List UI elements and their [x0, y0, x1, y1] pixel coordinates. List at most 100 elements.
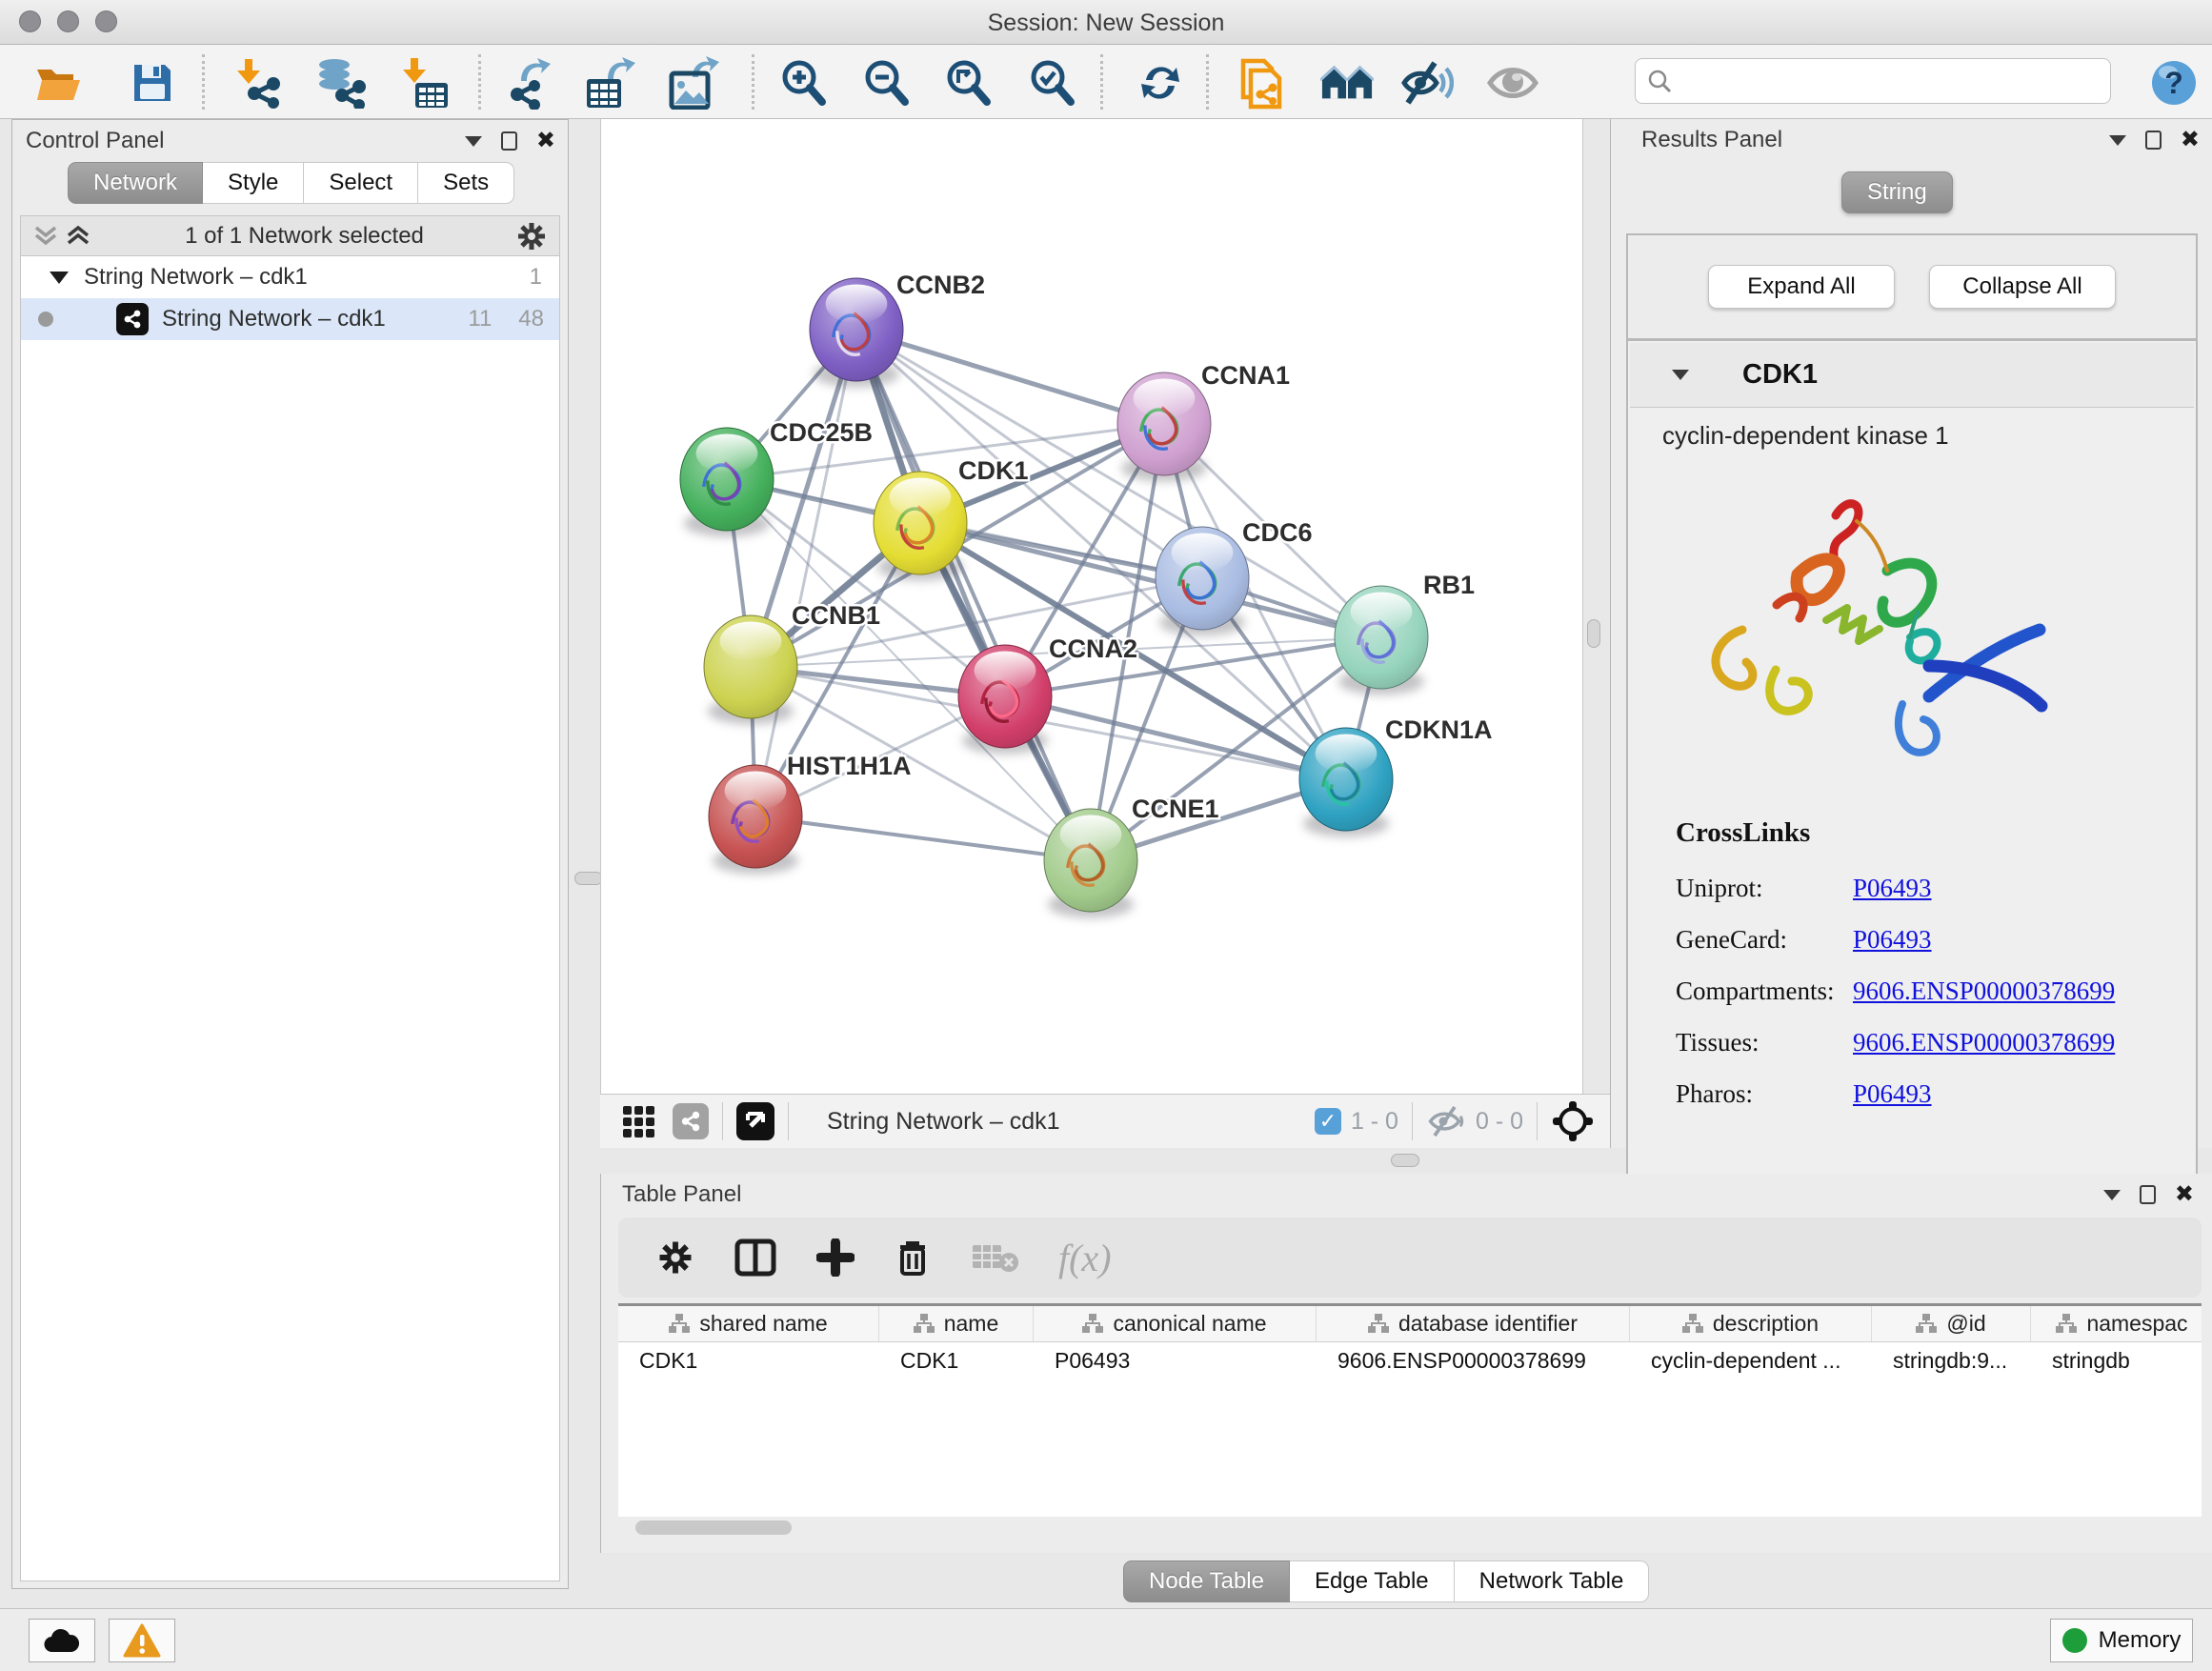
open-session-button[interactable]	[32, 58, 86, 108]
network-node-CCNA1[interactable]	[1117, 372, 1211, 481]
tab-network-table[interactable]: Network Table	[1455, 1560, 1650, 1602]
network-node-CDC25B[interactable]	[680, 428, 774, 536]
node-table[interactable]: shared namenamecanonical namedatabase id…	[618, 1303, 2202, 1517]
zoom-out-button[interactable]	[859, 58, 913, 108]
table-cell[interactable]: cyclin-dependent ...	[1630, 1342, 1872, 1379]
hidden-eye-slash-icon[interactable]	[1426, 1105, 1466, 1137]
zoom-in-button[interactable]	[776, 58, 830, 108]
import-table-button[interactable]	[399, 58, 452, 108]
table-horizontal-scrollbar[interactable]	[635, 1520, 792, 1535]
crosslink-link[interactable]: P06493	[1853, 874, 1932, 903]
export-network-button[interactable]	[503, 58, 556, 108]
hide-selected-button[interactable]	[1400, 58, 1454, 108]
bottom-splitter-handle[interactable]	[1391, 1154, 1419, 1167]
expand-all-button[interactable]: Expand All	[1708, 265, 1895, 309]
network-node-CCNA2[interactable]	[958, 645, 1052, 754]
close-panel-icon[interactable]: ✖	[2175, 1185, 2194, 1204]
network-graph[interactable]: CCNB2CCNA1CDC25BCDK1CDC6RB1CCNB1CCNA2CDK…	[601, 119, 1582, 1092]
open-in-window-icon[interactable]	[736, 1102, 774, 1140]
network-row[interactable]: String Network – cdk1 11 48	[21, 298, 559, 340]
import-network-button[interactable]	[232, 58, 286, 108]
network-node-CDKN1A[interactable]	[1299, 728, 1393, 836]
network-edge[interactable]	[755, 816, 1091, 860]
crosslink-link[interactable]: 9606.ENSP00000378699	[1853, 1028, 2115, 1057]
collapse-panel-icon[interactable]	[2103, 1190, 2121, 1200]
expand-collapse-chevrons-icon[interactable]	[30, 222, 93, 251]
show-column-button[interactable]	[734, 1238, 776, 1277]
network-node-HIST1H1A[interactable]	[709, 765, 802, 874]
tab-string[interactable]: String	[1841, 171, 1953, 213]
export-table-button[interactable]	[583, 58, 636, 108]
memory-button[interactable]: Memory	[2050, 1619, 2193, 1662]
network-edge[interactable]	[856, 330, 1091, 860]
table-row[interactable]: CDK1CDK1P064939606.ENSP00000378699cyclin…	[618, 1342, 2202, 1379]
first-neighbors-button[interactable]	[1320, 58, 1374, 108]
grid-view-icon[interactable]	[621, 1104, 655, 1138]
selected-nodes-checkbox[interactable]: ✓	[1315, 1108, 1341, 1135]
table-cell[interactable]: stringdb	[2031, 1342, 2202, 1379]
close-panel-icon[interactable]: ✖	[2181, 131, 2200, 150]
crosslink-link[interactable]: 9606.ENSP00000378699	[1853, 976, 2115, 1006]
collapse-panel-icon[interactable]	[2109, 135, 2126, 146]
cloud-status-button[interactable]	[29, 1619, 95, 1662]
toolbar-search[interactable]	[1635, 58, 2111, 104]
crosslink-link[interactable]: P06493	[1853, 925, 1932, 955]
export-image-button[interactable]	[666, 58, 719, 108]
gene-section-header[interactable]: CDK1	[1630, 343, 2194, 408]
close-panel-icon[interactable]: ✖	[536, 131, 555, 151]
network-collection-row[interactable]: String Network – cdk1 1	[21, 256, 559, 298]
refresh-view-button[interactable]	[1134, 58, 1187, 108]
tab-network[interactable]: Network	[68, 162, 203, 204]
import-network-from-database-button[interactable]	[313, 58, 367, 108]
table-cell[interactable]: CDK1	[879, 1342, 1034, 1379]
search-input[interactable]	[1672, 68, 2081, 94]
tab-style[interactable]: Style	[203, 162, 304, 204]
zoom-selected-button[interactable]	[1025, 58, 1078, 108]
save-session-button[interactable]	[126, 58, 179, 108]
network-edge[interactable]	[856, 330, 1164, 424]
float-panel-icon[interactable]	[501, 131, 517, 151]
network-node-RB1[interactable]	[1335, 586, 1428, 695]
column-header-database-identifier[interactable]: database identifier	[1317, 1306, 1630, 1341]
table-options-button[interactable]	[656, 1238, 694, 1277]
column-header--id[interactable]: @id	[1872, 1306, 2031, 1341]
network-node-CCNE1[interactable]	[1044, 809, 1137, 917]
column-header-canonical-name[interactable]: canonical name	[1034, 1306, 1317, 1341]
tab-sets[interactable]: Sets	[418, 162, 514, 204]
collapse-panel-icon[interactable]	[465, 136, 482, 147]
network-node-CCNB1[interactable]	[704, 615, 797, 724]
network-node-CDC6[interactable]	[1156, 527, 1249, 635]
show-all-button[interactable]	[1486, 58, 1539, 108]
table-cell[interactable]: 9606.ENSP00000378699	[1317, 1342, 1630, 1379]
left-splitter-handle[interactable]	[574, 872, 603, 885]
network-list-options-gear-icon[interactable]	[515, 220, 548, 252]
network-canvas[interactable]: CCNB2CCNA1CDC25BCDK1CDC6RB1CCNB1CCNA2CDK…	[600, 119, 1583, 1094]
collection-expander-icon[interactable]	[50, 272, 69, 284]
collapse-all-button[interactable]: Collapse All	[1929, 265, 2116, 309]
table-cell[interactable]: CDK1	[618, 1342, 879, 1379]
column-header-name[interactable]: name	[879, 1306, 1034, 1341]
right-splitter-handle[interactable]	[1587, 619, 1600, 648]
column-header-namespac[interactable]: namespac	[2031, 1306, 2202, 1341]
delete-column-button[interactable]	[895, 1238, 931, 1278]
network-badge-gray-icon[interactable]	[673, 1103, 709, 1139]
results-scroll-area[interactable]: CDK1 cyclin-dependent kinase 1 CrossL	[1626, 339, 2198, 1261]
clone-network-button[interactable]	[1237, 58, 1290, 108]
tab-select[interactable]: Select	[304, 162, 418, 204]
warnings-button[interactable]	[109, 1619, 175, 1662]
help-button[interactable]: ?	[2147, 58, 2201, 108]
float-panel-icon[interactable]	[2145, 131, 2162, 150]
table-cell[interactable]: stringdb:9...	[1872, 1342, 2031, 1379]
birds-eye-crosshair-icon[interactable]	[1551, 1099, 1595, 1143]
gene-expander-icon[interactable]	[1672, 370, 1689, 380]
tab-node-table[interactable]: Node Table	[1123, 1560, 1290, 1602]
zoom-fit-button[interactable]	[941, 58, 995, 108]
network-edge[interactable]	[755, 330, 856, 816]
tab-edge-table[interactable]: Edge Table	[1290, 1560, 1455, 1602]
crosslink-link[interactable]: P06493	[1853, 1079, 1932, 1109]
create-column-button[interactable]	[816, 1238, 855, 1277]
column-header-description[interactable]: description	[1630, 1306, 1872, 1341]
column-header-shared-name[interactable]: shared name	[618, 1306, 879, 1341]
network-node-CCNB2[interactable]	[810, 278, 903, 387]
table-cell[interactable]: P06493	[1034, 1342, 1317, 1379]
